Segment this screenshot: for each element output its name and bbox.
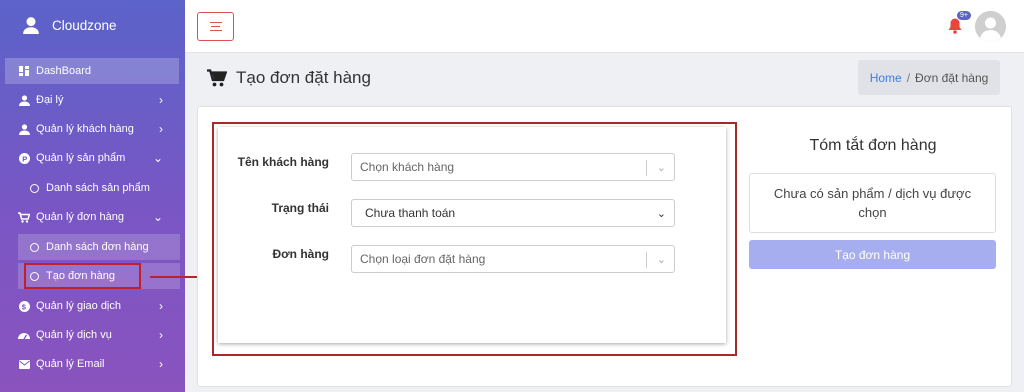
user-icon: [23, 17, 39, 34]
chevron-down-icon: ⌄: [656, 162, 666, 174]
hamburger-icon-line: [211, 25, 220, 28]
sidebar-item-agent[interactable]: Đại lý ›: [0, 87, 185, 113]
sidebar-subitem-product-list[interactable]: Danh sách sản phẩm: [18, 175, 180, 201]
sidebar-item-label: Quản lý đơn hàng: [36, 211, 124, 223]
sidebar-subitem-order-list[interactable]: Danh sách đơn hàng: [18, 234, 180, 260]
chevron-down-icon: ⌄: [152, 210, 163, 224]
email-icon: [18, 358, 30, 370]
sidebar-item-email[interactable]: Quản lý Email ›: [0, 351, 185, 377]
breadcrumb-current: Đơn đặt hàng: [915, 70, 989, 85]
chevron-right-icon: ›: [159, 357, 163, 371]
brand[interactable]: Cloudzone: [0, 0, 185, 50]
breadcrumb: Home / Đơn đặt hàng: [858, 60, 1000, 95]
topbar: 9+: [185, 0, 1024, 53]
sidebar-item-label: DashBoard: [36, 65, 92, 77]
service-icon: [18, 329, 30, 341]
hamburger-icon-line: [209, 29, 222, 32]
order-type-label: Đơn hàng: [272, 247, 329, 261]
brand-name: Cloudzone: [52, 17, 117, 33]
status-select-value: Chưa thanh toán: [365, 206, 456, 220]
sidebar-item-label: Quản lý sản phẩm: [36, 152, 126, 164]
status-select[interactable]: Chưa thanh toán ⌄: [351, 199, 675, 227]
customer-label: Tên khách hàng: [237, 155, 329, 169]
avatar-icon: [975, 11, 1006, 42]
circle-icon: [30, 242, 39, 252]
sidebar-item-label: Đại lý: [36, 94, 64, 106]
status-label: Trạng thái: [271, 201, 329, 215]
product-icon: P: [18, 152, 30, 164]
chevron-down-icon: ⌄: [656, 254, 666, 266]
menu-toggle-button[interactable]: [197, 12, 234, 41]
chevron-right-icon: ›: [159, 93, 163, 107]
order-type-placeholder: Chọn loại đơn đặt hàng: [360, 252, 486, 266]
cart-icon: [18, 211, 30, 223]
sidebar-item-transactions[interactable]: $ Quản lý giao dịch ›: [0, 293, 185, 319]
customer-select-placeholder: Chọn khách hàng: [360, 160, 455, 174]
customer-icon: [18, 123, 30, 135]
chevron-right-icon: ›: [159, 299, 163, 313]
summary-empty-box: Chưa có sản phẩm / dịch vụ được chọn: [749, 173, 996, 233]
customer-select[interactable]: Chọn khách hàng ⌄: [351, 153, 675, 181]
sidebar-item-products[interactable]: P Quản lý sản phẩm ⌄: [0, 145, 185, 171]
chevron-right-icon: ›: [159, 328, 163, 342]
sidebar-item-dashboard[interactable]: DashBoard: [5, 58, 179, 84]
sidebar-subitem-label: Danh sách đơn hàng: [46, 241, 149, 253]
summary-title: Tóm tắt đơn hàng: [809, 137, 937, 154]
chevron-right-icon: ›: [159, 122, 163, 136]
transaction-icon: $: [18, 300, 30, 312]
sidebar-item-services[interactable]: Quản lý dịch vụ ›: [0, 322, 185, 348]
breadcrumb-separator: /: [906, 70, 911, 85]
sidebar-item-orders[interactable]: Quản lý đơn hàng ⌄: [0, 204, 185, 230]
highlight-box: [24, 263, 141, 289]
circle-icon: [30, 183, 39, 193]
hamburger-icon: [209, 21, 222, 24]
breadcrumb-home-link[interactable]: Home: [870, 71, 902, 85]
sidebar-subitem-label: Danh sách sản phẩm: [46, 182, 150, 194]
sidebar-item-label: Quản lý dịch vụ: [36, 329, 112, 341]
avatar[interactable]: [975, 11, 1006, 42]
order-type-select[interactable]: Chọn loại đơn đặt hàng ⌄: [351, 245, 675, 273]
svg-text:P: P: [22, 154, 27, 163]
chevron-down-icon: ⌄: [656, 208, 666, 220]
select-separator: [646, 160, 647, 176]
sidebar-item-customers[interactable]: Quản lý khách hàng ›: [0, 116, 185, 142]
notification-badge: 9+: [957, 11, 971, 20]
select-separator: [646, 252, 647, 268]
sidebar-item-label: Quản lý giao dịch: [36, 300, 121, 312]
summary-empty-text: Chưa có sản phẩm / dịch vụ được chọn: [773, 186, 972, 220]
cart-icon: [207, 69, 227, 87]
dashboard-icon: [18, 65, 30, 77]
sidebar: Cloudzone DashBoard Đại lý › Quản lý khá…: [0, 0, 185, 392]
page-title-text: Tạo đơn đặt hàng: [236, 68, 371, 87]
sidebar-item-label: Quản lý khách hàng: [36, 123, 134, 135]
create-order-button[interactable]: Tạo đơn hàng: [749, 240, 996, 269]
sidebar-item-label: Quản lý Email: [36, 358, 105, 370]
chevron-down-icon: ⌄: [152, 151, 163, 165]
agent-icon: [18, 94, 30, 106]
create-order-button-label: Tạo đơn hàng: [834, 247, 911, 262]
page-title: Tạo đơn đặt hàng: [207, 68, 371, 88]
